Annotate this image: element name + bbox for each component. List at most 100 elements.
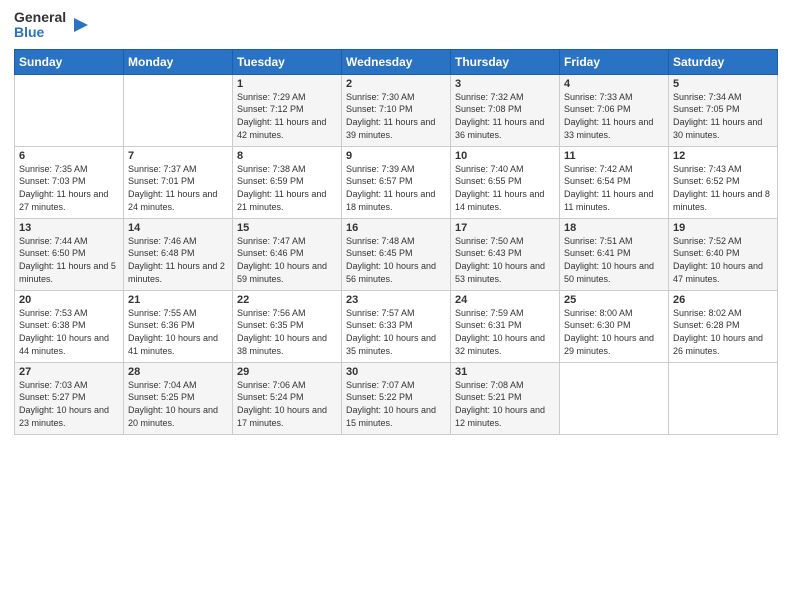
week-row-1: 1Sunrise: 7:29 AM Sunset: 7:12 PM Daylig…	[15, 74, 778, 146]
logo-blue: Blue	[14, 25, 66, 40]
day-cell: 30Sunrise: 7:07 AM Sunset: 5:22 PM Dayli…	[342, 362, 451, 434]
day-cell: 27Sunrise: 7:03 AM Sunset: 5:27 PM Dayli…	[15, 362, 124, 434]
day-number: 2	[346, 78, 446, 90]
day-number: 6	[19, 150, 119, 162]
day-number: 16	[346, 222, 446, 234]
day-number: 15	[237, 222, 337, 234]
calendar-table: SundayMondayTuesdayWednesdayThursdayFrid…	[14, 49, 778, 435]
day-info: Sunrise: 7:57 AM Sunset: 6:33 PM Dayligh…	[346, 307, 446, 357]
day-cell	[15, 74, 124, 146]
day-cell: 3Sunrise: 7:32 AM Sunset: 7:08 PM Daylig…	[451, 74, 560, 146]
day-number: 8	[237, 150, 337, 162]
day-header-monday: Monday	[124, 49, 233, 74]
days-header-row: SundayMondayTuesdayWednesdayThursdayFrid…	[15, 49, 778, 74]
day-number: 27	[19, 366, 119, 378]
day-cell: 21Sunrise: 7:55 AM Sunset: 6:36 PM Dayli…	[124, 290, 233, 362]
day-info: Sunrise: 7:07 AM Sunset: 5:22 PM Dayligh…	[346, 379, 446, 429]
day-cell: 1Sunrise: 7:29 AM Sunset: 7:12 PM Daylig…	[233, 74, 342, 146]
day-info: Sunrise: 7:44 AM Sunset: 6:50 PM Dayligh…	[19, 235, 119, 285]
day-number: 4	[564, 78, 664, 90]
day-number: 9	[346, 150, 446, 162]
day-cell: 16Sunrise: 7:48 AM Sunset: 6:45 PM Dayli…	[342, 218, 451, 290]
header: General Blue	[14, 10, 778, 41]
day-cell: 7Sunrise: 7:37 AM Sunset: 7:01 PM Daylig…	[124, 146, 233, 218]
day-info: Sunrise: 7:32 AM Sunset: 7:08 PM Dayligh…	[455, 91, 555, 141]
day-header-saturday: Saturday	[669, 49, 778, 74]
day-info: Sunrise: 7:34 AM Sunset: 7:05 PM Dayligh…	[673, 91, 773, 141]
day-info: Sunrise: 7:48 AM Sunset: 6:45 PM Dayligh…	[346, 235, 446, 285]
day-cell: 12Sunrise: 7:43 AM Sunset: 6:52 PM Dayli…	[669, 146, 778, 218]
day-number: 22	[237, 294, 337, 306]
day-cell: 14Sunrise: 7:46 AM Sunset: 6:48 PM Dayli…	[124, 218, 233, 290]
day-cell: 22Sunrise: 7:56 AM Sunset: 6:35 PM Dayli…	[233, 290, 342, 362]
day-number: 12	[673, 150, 773, 162]
day-number: 30	[346, 366, 446, 378]
day-cell: 6Sunrise: 7:35 AM Sunset: 7:03 PM Daylig…	[15, 146, 124, 218]
day-info: Sunrise: 7:33 AM Sunset: 7:06 PM Dayligh…	[564, 91, 664, 141]
day-number: 14	[128, 222, 228, 234]
day-info: Sunrise: 7:39 AM Sunset: 6:57 PM Dayligh…	[346, 163, 446, 213]
day-cell	[560, 362, 669, 434]
day-info: Sunrise: 7:40 AM Sunset: 6:55 PM Dayligh…	[455, 163, 555, 213]
day-cell: 11Sunrise: 7:42 AM Sunset: 6:54 PM Dayli…	[560, 146, 669, 218]
day-number: 24	[455, 294, 555, 306]
day-cell: 31Sunrise: 7:08 AM Sunset: 5:21 PM Dayli…	[451, 362, 560, 434]
day-info: Sunrise: 7:37 AM Sunset: 7:01 PM Dayligh…	[128, 163, 228, 213]
day-number: 11	[564, 150, 664, 162]
day-number: 29	[237, 366, 337, 378]
day-header-thursday: Thursday	[451, 49, 560, 74]
day-cell	[669, 362, 778, 434]
day-cell: 5Sunrise: 7:34 AM Sunset: 7:05 PM Daylig…	[669, 74, 778, 146]
day-cell	[124, 74, 233, 146]
day-cell: 2Sunrise: 7:30 AM Sunset: 7:10 PM Daylig…	[342, 74, 451, 146]
day-number: 7	[128, 150, 228, 162]
day-info: Sunrise: 7:56 AM Sunset: 6:35 PM Dayligh…	[237, 307, 337, 357]
day-cell: 26Sunrise: 8:02 AM Sunset: 6:28 PM Dayli…	[669, 290, 778, 362]
day-number: 28	[128, 366, 228, 378]
day-info: Sunrise: 7:38 AM Sunset: 6:59 PM Dayligh…	[237, 163, 337, 213]
day-info: Sunrise: 7:47 AM Sunset: 6:46 PM Dayligh…	[237, 235, 337, 285]
day-cell: 8Sunrise: 7:38 AM Sunset: 6:59 PM Daylig…	[233, 146, 342, 218]
day-info: Sunrise: 7:08 AM Sunset: 5:21 PM Dayligh…	[455, 379, 555, 429]
day-cell: 23Sunrise: 7:57 AM Sunset: 6:33 PM Dayli…	[342, 290, 451, 362]
logo-general: General	[14, 10, 66, 25]
day-number: 21	[128, 294, 228, 306]
day-header-tuesday: Tuesday	[233, 49, 342, 74]
week-row-4: 20Sunrise: 7:53 AM Sunset: 6:38 PM Dayli…	[15, 290, 778, 362]
day-number: 5	[673, 78, 773, 90]
day-number: 10	[455, 150, 555, 162]
day-cell: 29Sunrise: 7:06 AM Sunset: 5:24 PM Dayli…	[233, 362, 342, 434]
week-row-3: 13Sunrise: 7:44 AM Sunset: 6:50 PM Dayli…	[15, 218, 778, 290]
day-number: 25	[564, 294, 664, 306]
day-header-friday: Friday	[560, 49, 669, 74]
day-info: Sunrise: 7:06 AM Sunset: 5:24 PM Dayligh…	[237, 379, 337, 429]
day-number: 18	[564, 222, 664, 234]
week-row-2: 6Sunrise: 7:35 AM Sunset: 7:03 PM Daylig…	[15, 146, 778, 218]
day-info: Sunrise: 7:50 AM Sunset: 6:43 PM Dayligh…	[455, 235, 555, 285]
logo: General Blue	[14, 10, 90, 41]
day-info: Sunrise: 7:59 AM Sunset: 6:31 PM Dayligh…	[455, 307, 555, 357]
day-info: Sunrise: 7:53 AM Sunset: 6:38 PM Dayligh…	[19, 307, 119, 357]
day-cell: 19Sunrise: 7:52 AM Sunset: 6:40 PM Dayli…	[669, 218, 778, 290]
day-number: 23	[346, 294, 446, 306]
week-row-5: 27Sunrise: 7:03 AM Sunset: 5:27 PM Dayli…	[15, 362, 778, 434]
day-info: Sunrise: 7:29 AM Sunset: 7:12 PM Dayligh…	[237, 91, 337, 141]
day-cell: 24Sunrise: 7:59 AM Sunset: 6:31 PM Dayli…	[451, 290, 560, 362]
logo-triangle-icon	[68, 14, 90, 36]
day-cell: 15Sunrise: 7:47 AM Sunset: 6:46 PM Dayli…	[233, 218, 342, 290]
day-info: Sunrise: 7:03 AM Sunset: 5:27 PM Dayligh…	[19, 379, 119, 429]
calendar-container: General Blue SundayMondayTuesdayWednesda…	[0, 0, 792, 443]
day-cell: 18Sunrise: 7:51 AM Sunset: 6:41 PM Dayli…	[560, 218, 669, 290]
day-number: 26	[673, 294, 773, 306]
day-info: Sunrise: 7:04 AM Sunset: 5:25 PM Dayligh…	[128, 379, 228, 429]
day-number: 17	[455, 222, 555, 234]
day-info: Sunrise: 7:35 AM Sunset: 7:03 PM Dayligh…	[19, 163, 119, 213]
day-number: 1	[237, 78, 337, 90]
day-info: Sunrise: 7:43 AM Sunset: 6:52 PM Dayligh…	[673, 163, 773, 213]
day-cell: 20Sunrise: 7:53 AM Sunset: 6:38 PM Dayli…	[15, 290, 124, 362]
day-info: Sunrise: 7:42 AM Sunset: 6:54 PM Dayligh…	[564, 163, 664, 213]
day-cell: 17Sunrise: 7:50 AM Sunset: 6:43 PM Dayli…	[451, 218, 560, 290]
day-cell: 10Sunrise: 7:40 AM Sunset: 6:55 PM Dayli…	[451, 146, 560, 218]
day-header-sunday: Sunday	[15, 49, 124, 74]
logo-graphic: General Blue	[14, 10, 90, 41]
